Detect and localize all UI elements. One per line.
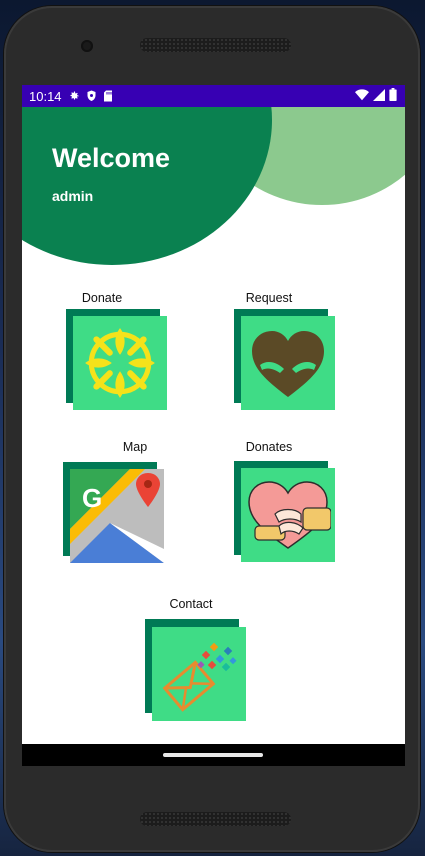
request-button[interactable]: [241, 316, 335, 410]
svg-text:G: G: [82, 483, 102, 513]
signal-icon: [373, 88, 385, 104]
donate-button[interactable]: [73, 316, 167, 410]
contact-tile[interactable]: Contact: [136, 597, 246, 725]
wifi-icon: [355, 88, 369, 104]
donate-tile[interactable]: Donate: [47, 291, 167, 419]
donates-tile[interactable]: Donates: [214, 440, 335, 568]
map-button[interactable]: G: [70, 469, 164, 563]
battery-icon: [389, 88, 397, 104]
top-speaker: [140, 38, 291, 52]
header-circle: [22, 85, 272, 265]
front-camera: [81, 40, 93, 52]
heart-hug-icon: [248, 481, 331, 549]
status-bar: 10:14: [22, 85, 405, 107]
shield-icon: [86, 90, 97, 102]
settings-gear-icon: [68, 90, 80, 102]
sd-card-icon: [103, 90, 113, 102]
bottom-speaker: [140, 812, 291, 826]
donates-label: Donates: [245, 440, 293, 454]
contact-button[interactable]: [152, 627, 246, 721]
envelope-pixels-icon: [162, 642, 237, 712]
home-gesture-bar[interactable]: [163, 753, 263, 757]
map-label: Map: [122, 440, 148, 454]
heart-hands-icon: [252, 331, 324, 397]
system-nav-bar: [22, 744, 405, 766]
map-tile[interactable]: Map G: [63, 440, 190, 568]
status-time: 10:14: [29, 88, 62, 104]
request-tile[interactable]: Request: [214, 291, 335, 419]
username-label: admin: [52, 188, 94, 204]
google-maps-icon: G: [70, 469, 164, 563]
app-screen: 10:14 Welcome admin Donate Request Map G…: [22, 85, 405, 766]
welcome-title: Welcome: [52, 143, 171, 173]
donate-label: Donate: [81, 291, 123, 305]
contact-label: Contact: [169, 597, 213, 611]
request-label: Request: [245, 291, 293, 305]
donates-button[interactable]: [241, 468, 335, 562]
hands-circle-icon: [85, 328, 155, 398]
